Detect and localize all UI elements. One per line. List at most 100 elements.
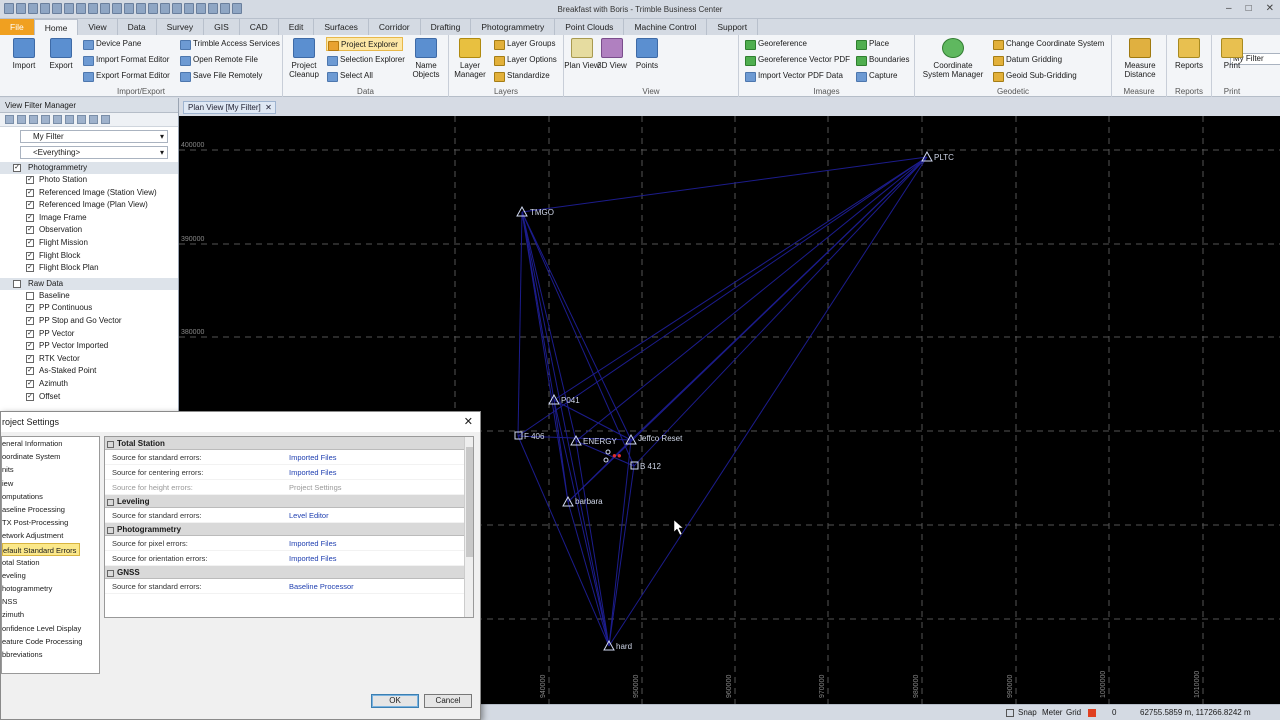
filter-item[interactable]: ✓ Offset (0, 391, 178, 404)
3d-view-button[interactable]: 3D View (594, 38, 630, 70)
filter-item[interactable]: ✓ Flight Mission (0, 237, 178, 250)
checkbox[interactable]: ✓ (26, 342, 34, 351)
reports-button[interactable]: Reports (1171, 38, 1207, 70)
snap-icon[interactable] (1006, 709, 1014, 717)
checkbox[interactable]: ✓ (26, 316, 34, 325)
export-button[interactable]: Export (43, 38, 79, 70)
checkbox[interactable]: ✓ (26, 238, 34, 247)
nav-item[interactable]: zimuth (2, 608, 99, 621)
checkbox[interactable]: ✓ (26, 329, 34, 338)
nav-item[interactable]: eneral Information (2, 437, 99, 450)
snap-toggle[interactable]: Snap (1018, 705, 1037, 720)
capture-button[interactable]: Capture (855, 69, 897, 83)
filter-item[interactable]: ✓ PP Stop and Go Vector (0, 315, 178, 328)
filter-select[interactable]: My Filter (20, 130, 168, 143)
nav-item[interactable]: oordinate System (2, 450, 99, 463)
grid-toggle[interactable]: Grid (1066, 705, 1081, 720)
checkbox[interactable]: ✓ (26, 264, 34, 273)
project-cleanup-button[interactable]: Project Cleanup (286, 38, 322, 79)
grid-row-value[interactable]: Baseline Processor (281, 579, 473, 593)
filter-item[interactable]: ✓ PP Vector Imported (0, 340, 178, 353)
export-format-editor-button[interactable]: Export Format Editor (82, 69, 170, 83)
tab-cad[interactable]: CAD (240, 19, 279, 35)
grid-row[interactable]: Source for standard errors: Imported File… (105, 450, 473, 465)
filter-item[interactable]: ✓ Azimuth (0, 378, 178, 391)
nav-item[interactable]: eveling (2, 569, 99, 582)
filter-item[interactable]: ✓ Referenced Image (Station View) (0, 187, 178, 200)
place-button[interactable]: Place (855, 37, 889, 51)
filter-item[interactable]: ✓ Observation (0, 224, 178, 237)
grid-row[interactable]: Source for standard errors: Level Editor (105, 508, 473, 523)
nav-item[interactable]: TX Post-Processing (2, 516, 99, 529)
panel-toolbar[interactable] (0, 113, 178, 127)
units-indicator[interactable]: Meter (1042, 705, 1062, 720)
change-coordinate-system-button[interactable]: Change Coordinate System (992, 37, 1104, 51)
points-button[interactable]: Points (629, 38, 665, 70)
tab-corridor[interactable]: Corridor (369, 19, 421, 35)
nav-item[interactable]: hotogrammetry (2, 582, 99, 595)
nav-item[interactable]: etwork Adjustment (2, 529, 99, 542)
save-file-remotely-button[interactable]: Save File Remotely (179, 69, 262, 83)
grid-row-value[interactable]: Imported Files (281, 465, 473, 479)
georeference-button[interactable]: Georeference (744, 37, 807, 51)
filter-item[interactable]: Baseline (0, 290, 178, 303)
grid-row[interactable]: Source for orientation errors: Imported F… (105, 551, 473, 566)
filter-item[interactable]: ✓ Referenced Image (Plan View) (0, 199, 178, 212)
grid-row-value[interactable]: Level Editor (281, 508, 473, 522)
filter-item[interactable]: ✓ Image Frame (0, 212, 178, 225)
grid-row-value[interactable]: Imported Files (281, 551, 473, 565)
cancel-button[interactable]: Cancel (424, 694, 472, 708)
grid-row[interactable]: Source for pixel errors: Imported Files (105, 536, 473, 551)
grid-section-header[interactable]: Total Station (105, 437, 473, 450)
tab-point-clouds[interactable]: Point Clouds (555, 19, 625, 35)
grid-section-header[interactable]: Leveling (105, 495, 473, 508)
dialog-close-icon[interactable]: ✕ (464, 415, 473, 428)
georeference-vector-pdf-button[interactable]: Georeference Vector PDF (744, 53, 850, 67)
filter-item[interactable]: ✓ Flight Block (0, 250, 178, 263)
layer-manager-button[interactable]: Layer Manager (452, 38, 488, 79)
checkbox[interactable]: ✓ (26, 226, 34, 235)
measure-distance-button[interactable]: Measure Distance (1120, 38, 1160, 79)
checkbox[interactable]: ✓ (26, 304, 34, 313)
checkbox[interactable] (26, 291, 34, 300)
geoid-subgridding-button[interactable]: Geoid Sub-Gridding (992, 69, 1077, 83)
filter-item[interactable]: ✓ Photo Station (0, 174, 178, 187)
tab-support[interactable]: Support (707, 19, 759, 35)
grid-scrollbar[interactable] (464, 437, 473, 617)
select-all-button[interactable]: Select All (326, 69, 373, 83)
coordinate-system-manager-button[interactable]: Coordinate System Manager (919, 38, 987, 79)
device-pane-button[interactable]: Device Pane (82, 37, 141, 51)
checkbox[interactable]: ✓ (26, 367, 34, 376)
filter-item[interactable]: ✓ RTK Vector (0, 353, 178, 366)
tab-home[interactable]: Home (33, 19, 79, 35)
tab-photogrammetry[interactable]: Photogrammetry (471, 19, 556, 35)
category-raw-data[interactable]: Raw Data (0, 277, 178, 290)
tab-edit[interactable]: Edit (279, 19, 315, 35)
boundaries-button[interactable]: Boundaries (855, 53, 909, 67)
tab-machine-control[interactable]: Machine Control (624, 19, 708, 35)
layer-options-button[interactable]: Layer Options (493, 53, 557, 67)
tab-view[interactable]: View (78, 19, 118, 35)
grid-row[interactable]: Source for standard errors: Baseline Proc… (105, 579, 473, 594)
tab-surfaces[interactable]: Surfaces (314, 19, 369, 35)
nav-item[interactable]: NSS (2, 595, 99, 608)
grid-row-value[interactable]: Imported Files (281, 450, 473, 464)
import-format-editor-button[interactable]: Import Format Editor (82, 53, 169, 67)
minimize-icon[interactable]: – (1226, 3, 1232, 14)
checkbox[interactable]: ✓ (26, 251, 34, 260)
nav-item[interactable]: bbreviations (2, 648, 99, 661)
checkbox[interactable]: ✓ (26, 213, 34, 222)
standardize-button[interactable]: Standardize (493, 69, 550, 83)
name-objects-button[interactable]: Name Objects (408, 38, 444, 79)
nav-item[interactable]: iew (2, 477, 99, 490)
close-tab-icon[interactable]: ✕ (265, 102, 272, 113)
tab-plan-view[interactable]: Plan View [My Filter] ✕ (183, 101, 276, 114)
grid-section-header[interactable]: GNSS (105, 566, 473, 579)
nav-item[interactable]: nits (2, 463, 99, 476)
tab-file[interactable]: File (0, 19, 34, 35)
trimble-access-services-button[interactable]: Trimble Access Services (179, 37, 280, 51)
tab-data[interactable]: Data (118, 19, 157, 35)
project-explorer-button[interactable]: Project Explorer (326, 37, 403, 51)
checkbox[interactable]: ✓ (26, 392, 34, 401)
close-icon[interactable]: ✕ (1266, 3, 1274, 14)
